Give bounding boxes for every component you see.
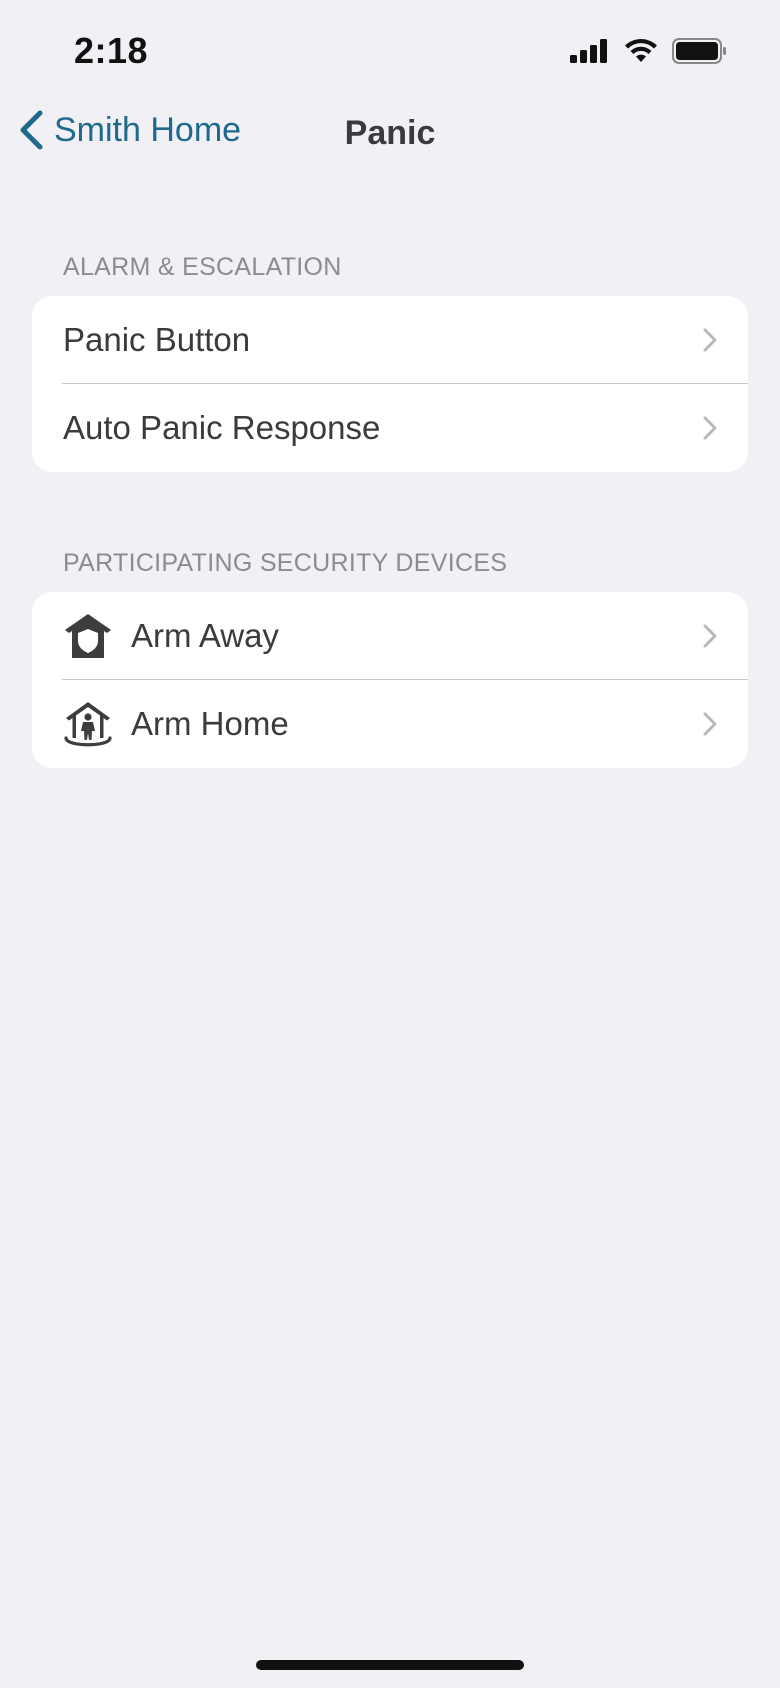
cellular-signal-icon: [570, 39, 607, 63]
battery-icon: [672, 38, 726, 64]
security-devices-group: Arm Away Arm Home: [32, 592, 748, 768]
panic-button-row[interactable]: Panic Button: [32, 296, 748, 384]
arm-away-icon: [65, 614, 111, 658]
row-label: Arm Away: [131, 617, 279, 654]
navigation-bar: Panic Smith Home: [0, 100, 780, 164]
arm-home-row[interactable]: Arm Home: [32, 680, 748, 768]
alarm-escalation-group: Panic Button Auto Panic Response: [32, 296, 748, 472]
home-indicator[interactable]: [256, 1660, 524, 1670]
chevron-right-icon: [703, 328, 717, 352]
chevron-right-icon: [703, 624, 717, 648]
section-header-participating-security-devices: PARTICIPATING SECURITY DEVICES: [63, 549, 508, 577]
status-bar: 2:18: [0, 0, 780, 100]
chevron-left-icon: [20, 110, 43, 150]
status-icons: [570, 38, 728, 64]
status-time: 2:18: [74, 30, 149, 71]
back-button[interactable]: Smith Home: [18, 110, 241, 150]
row-label: Arm Home: [131, 705, 289, 742]
auto-panic-response-row[interactable]: Auto Panic Response: [32, 384, 748, 472]
arm-home-icon: [64, 702, 112, 747]
back-button-label: Smith Home: [54, 110, 242, 149]
wifi-icon: [625, 39, 657, 62]
section-header-alarm-escalation: ALARM & ESCALATION: [63, 253, 342, 281]
chevron-right-icon: [703, 712, 717, 736]
row-label: Panic Button: [63, 321, 251, 358]
arm-away-row[interactable]: Arm Away: [32, 592, 748, 680]
row-label: Auto Panic Response: [63, 409, 381, 446]
chevron-right-icon: [703, 416, 717, 440]
